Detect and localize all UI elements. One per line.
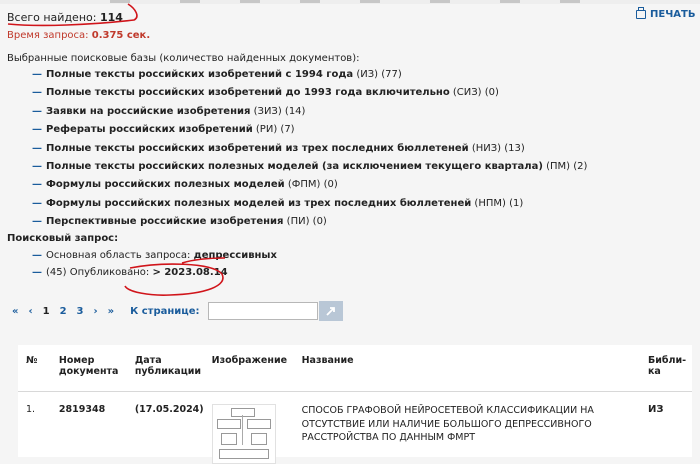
results-table-container: № Номер документа Дата публикации Изобра… <box>18 345 692 457</box>
database-item: —Формулы российских полезных моделей (ФП… <box>32 176 587 194</box>
next-page-link[interactable]: › <box>94 306 98 317</box>
col-header-library: Библи-ка <box>644 345 692 392</box>
top-tab-strip <box>0 0 700 4</box>
query-time-label: Время запроса: <box>7 30 89 41</box>
goto-page-input[interactable] <box>208 302 318 320</box>
query-time: Время запроса: 0.375 сек. <box>7 30 150 41</box>
database-item: —Формулы российских полезных моделей из … <box>32 195 587 213</box>
query-time-value: 0.375 сек. <box>92 30 150 41</box>
row-number: 1. <box>18 392 55 464</box>
col-header-name: Название <box>298 345 644 392</box>
col-header-no: № <box>18 345 55 392</box>
search-query-list: —Основная область запроса: депрессивных … <box>32 247 277 281</box>
printer-icon <box>636 10 646 19</box>
col-header-number: Номер документа <box>55 345 131 392</box>
search-query-header: Поисковый запрос: <box>7 233 118 244</box>
first-page-link[interactable]: « <box>12 306 18 317</box>
database-item: —Полные тексты российских полезных модел… <box>32 158 587 176</box>
database-item: —Заявки на российские изобретения (ЗИЗ) … <box>32 103 587 121</box>
print-button[interactable]: ПЕЧАТЬ <box>636 9 695 20</box>
total-found: Всего найдено: 114 <box>7 11 123 24</box>
database-item: —Полные тексты российских изобретений с … <box>32 66 587 84</box>
results-table: № Номер документа Дата публикации Изобра… <box>18 345 692 464</box>
col-header-image: Изображение <box>208 345 298 392</box>
col-header-date: Дата публикации <box>131 345 208 392</box>
goto-page-button[interactable] <box>319 301 343 321</box>
print-label: ПЕЧАТЬ <box>650 9 695 20</box>
database-item: —Полные тексты российских изобретений до… <box>32 84 587 102</box>
database-item: —Рефераты российских изобретений (РИ) (7… <box>32 121 587 139</box>
database-item: —Перспективные российские изобретения (П… <box>32 213 587 231</box>
goto-page-label: К странице: <box>130 306 199 317</box>
table-row: 1. 2819348 (17.05.2024) СПОСОБ ГРА <box>18 392 692 464</box>
library-code: ИЗ <box>644 392 692 464</box>
table-header-row: № Номер документа Дата публикации Изобра… <box>18 345 692 392</box>
document-thumbnail[interactable] <box>212 404 276 464</box>
query-item-published: —(45) Опубликовано: > 2023.08.14 <box>32 264 277 281</box>
page-link[interactable]: 2 <box>60 306 67 317</box>
page-link-current[interactable]: 1 <box>43 306 50 317</box>
document-title-link[interactable]: СПОСОБ ГРАФОВОЙ НЕЙРОСЕТЕВОЙ КЛАССИФИКАЦ… <box>302 404 640 445</box>
total-label: Всего найдено: <box>7 11 96 24</box>
document-number-link[interactable]: 2819348 <box>55 392 131 464</box>
prev-page-link[interactable]: ‹ <box>28 306 32 317</box>
database-list: —Полные тексты российских изобретений с … <box>32 66 587 232</box>
page-link[interactable]: 3 <box>77 306 84 317</box>
pagination: « ‹ 1 2 3 › » К странице: <box>12 301 343 321</box>
total-value: 114 <box>100 11 123 24</box>
publication-date: (17.05.2024) <box>131 392 208 464</box>
go-arrow-icon <box>325 305 337 317</box>
databases-header: Выбранные поисковые базы (количество най… <box>7 53 359 64</box>
database-item: —Полные тексты российских изобретений из… <box>32 140 587 158</box>
query-item-main-area: —Основная область запроса: депрессивных <box>32 247 277 264</box>
last-page-link[interactable]: » <box>108 306 114 317</box>
